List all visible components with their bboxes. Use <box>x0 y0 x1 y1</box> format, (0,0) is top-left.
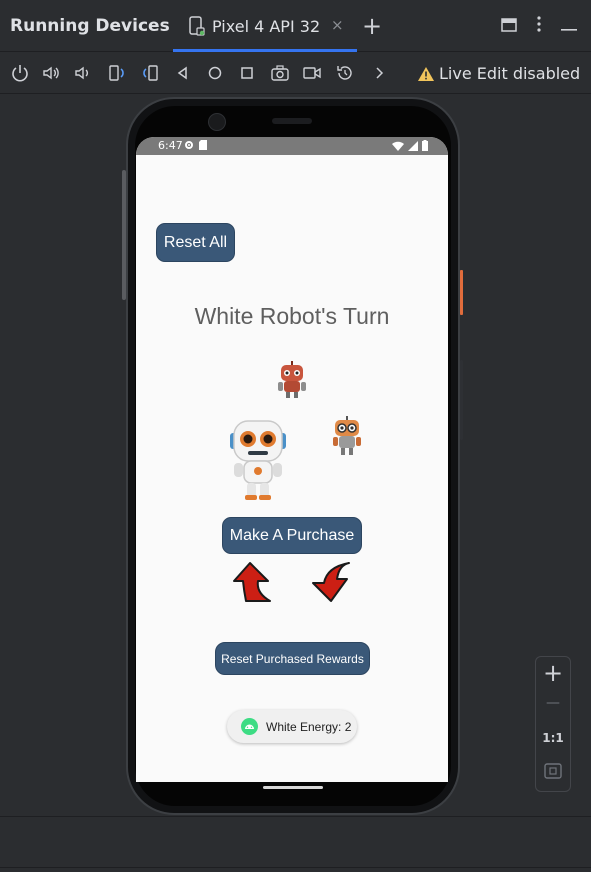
title-bar: Running Devices Pixel 4 API 32 × + <box>0 0 591 52</box>
volume-down-icon[interactable] <box>73 63 93 83</box>
power-icon[interactable] <box>10 63 30 83</box>
earpiece <box>272 118 312 124</box>
gesture-nav-handle[interactable] <box>263 786 323 789</box>
red-robot-image[interactable] <box>274 360 310 400</box>
warning-icon <box>418 66 434 81</box>
settings-gear-icon <box>185 141 193 149</box>
device-icon <box>189 16 205 36</box>
energy-label: White Energy: 2 <box>266 719 352 734</box>
home-icon[interactable] <box>205 63 225 83</box>
device-toolbar: Live Edit disabled <box>0 52 591 94</box>
overview-icon[interactable] <box>237 63 257 83</box>
volume-up-icon[interactable] <box>41 63 61 83</box>
volume-rocker[interactable] <box>460 360 463 440</box>
zoom-actual-size-button[interactable]: 1:1 <box>536 731 570 745</box>
turn-indicator: White Robot's Turn <box>194 303 390 329</box>
arrow-up-icon[interactable] <box>230 561 274 603</box>
rotate-right-icon[interactable] <box>140 63 160 83</box>
orange-robot-image[interactable] <box>330 415 364 457</box>
window-layout-icon[interactable] <box>501 17 517 36</box>
sd-card-icon <box>199 140 207 150</box>
arrow-down-icon[interactable] <box>309 561 353 603</box>
tab-pixel-4[interactable]: Pixel 4 API 32 × <box>173 0 357 52</box>
close-icon[interactable]: × <box>331 16 344 34</box>
fit-screen-icon[interactable] <box>544 763 562 779</box>
rotate-left-icon[interactable] <box>107 63 127 83</box>
panel-title: Running Devices <box>10 16 170 36</box>
white-robot-image[interactable] <box>226 419 290 503</box>
reset-all-button[interactable]: Reset All <box>156 223 235 262</box>
reset-purchased-rewards-button[interactable]: Reset Purchased Rewards <box>215 642 370 675</box>
live-edit-status[interactable]: Live Edit disabled <box>417 64 580 83</box>
energy-chip[interactable]: White Energy: 2 <box>227 710 357 743</box>
back-icon[interactable] <box>173 63 193 83</box>
screen-record-icon[interactable] <box>302 63 322 83</box>
android-icon <box>241 718 258 735</box>
chevron-right-icon[interactable] <box>369 63 389 83</box>
device-screen[interactable]: 6:47 Reset All White Robot's Turn Make A… <box>136 137 448 782</box>
snapshot-icon[interactable] <box>335 63 355 83</box>
zoom-out-button[interactable]: — <box>536 695 570 711</box>
status-time: 6:47 <box>158 139 183 152</box>
minimize-icon[interactable] <box>561 17 577 36</box>
make-purchase-button[interactable]: Make A Purchase <box>222 517 362 554</box>
signal-icon <box>408 140 418 151</box>
screenshot-icon[interactable] <box>270 63 290 83</box>
bottom-panel <box>0 816 591 872</box>
zoom-in-button[interactable]: + <box>536 659 570 687</box>
front-camera <box>208 113 226 131</box>
status-bar: 6:47 <box>136 137 448 155</box>
zoom-controls: + — 1:1 <box>535 656 571 792</box>
power-button[interactable] <box>460 270 463 315</box>
battery-icon <box>422 140 428 151</box>
tab-label: Pixel 4 API 32 <box>212 17 321 36</box>
divider <box>0 867 591 868</box>
more-options-icon[interactable] <box>537 16 541 36</box>
wifi-icon <box>392 141 404 151</box>
add-tab-button[interactable]: + <box>362 12 382 40</box>
live-edit-label: Live Edit disabled <box>439 64 581 83</box>
